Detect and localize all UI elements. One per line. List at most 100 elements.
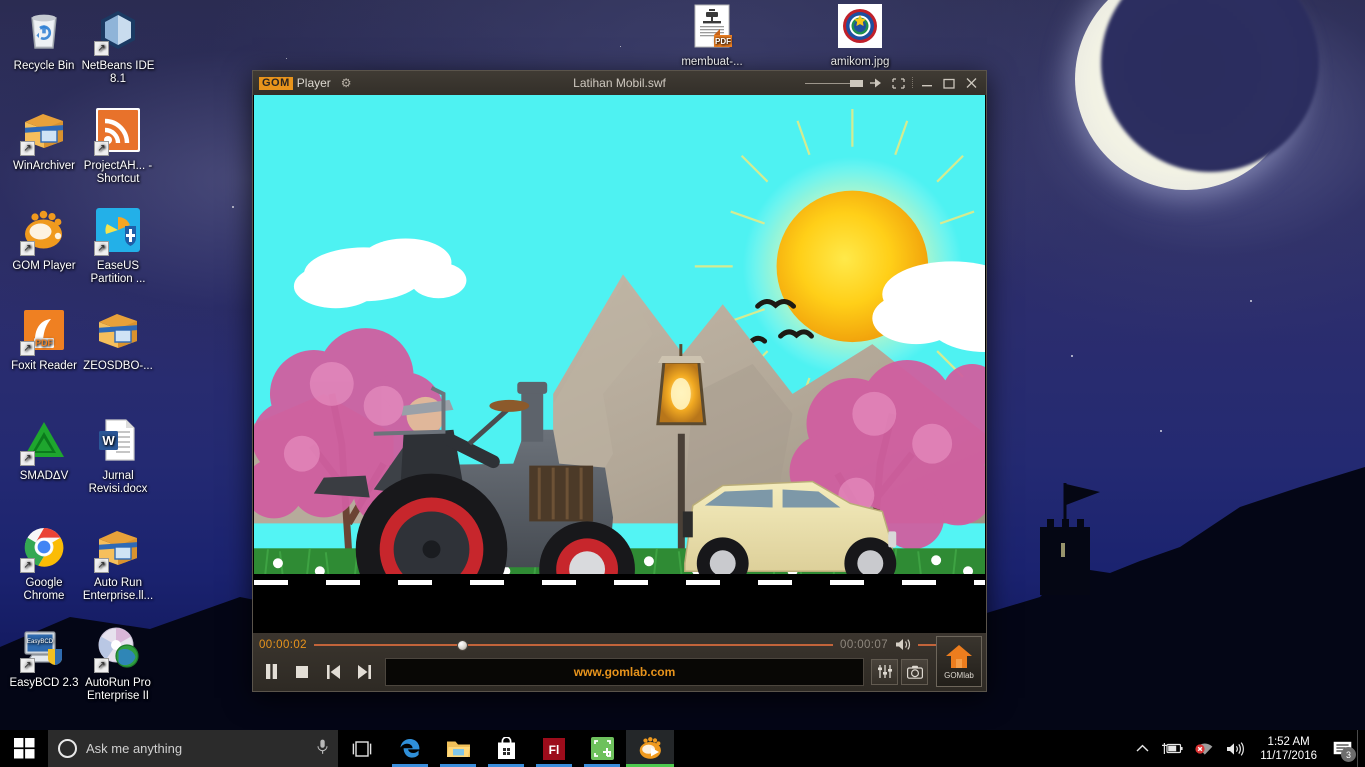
expand-view-icon[interactable] xyxy=(887,73,909,93)
scene-artwork xyxy=(254,108,985,626)
flash-button[interactable]: Fl xyxy=(530,730,578,767)
volume-icon[interactable] xyxy=(895,638,911,653)
shortcut-overlay-icon xyxy=(94,141,109,156)
easeus-partition-icon xyxy=(94,208,142,256)
microphone-icon[interactable] xyxy=(317,739,328,758)
svg-text:PDF: PDF xyxy=(35,338,54,348)
clock-date: 11/17/2016 xyxy=(1260,749,1317,762)
window-controls xyxy=(805,73,986,93)
gomlab-button[interactable]: GOMlab xyxy=(936,636,982,687)
opacity-slider[interactable] xyxy=(805,73,863,93)
desktop-icon-netbeans-ide-8-1[interactable]: NetBeans IDE 8.1 xyxy=(80,8,156,86)
scene-road xyxy=(254,573,985,633)
desktop-icon-easeus-partition[interactable]: EaseUS Partition ... xyxy=(80,208,156,286)
window-titlebar[interactable]: GOM Player ⚙ Latihan Mobil.swf xyxy=(253,71,986,95)
desktop-icon-label: Foxit Reader xyxy=(11,360,77,372)
desktop-icon-label: EasyBCD 2.3 xyxy=(9,677,79,689)
smadav-icon xyxy=(20,418,68,466)
video-display-area[interactable] xyxy=(253,95,986,633)
desktop-icon-label: amikom.jpg xyxy=(830,56,890,68)
desktop-icon-amikom-jpg[interactable]: amikom.jpg xyxy=(822,4,898,69)
battery-charging-icon[interactable] xyxy=(1155,730,1189,767)
home-icon xyxy=(946,644,972,668)
windows-taskbar[interactable]: Ask me anything Fl 1:52 AM 11/17/2016 3 xyxy=(0,730,1365,767)
edge-icon xyxy=(400,738,420,758)
desktop-icon-label: EaseUS Partition ... xyxy=(90,260,146,285)
rss-feed-icon xyxy=(94,108,142,156)
gom-logo: GOM xyxy=(259,76,293,90)
winarchiver-icon xyxy=(94,525,142,573)
stop-button[interactable] xyxy=(288,659,316,685)
desktop-icon-smad-v[interactable]: SMADΔV xyxy=(6,418,82,483)
gom-player-word: Player xyxy=(296,76,331,90)
start-button[interactable] xyxy=(0,730,48,767)
desktop-icon-membuat[interactable]: PDF membuat-... xyxy=(674,4,750,69)
crescent-moon-icon xyxy=(1075,0,1319,190)
desktop-icon-foxit-reader[interactable]: PDF Foxit Reader xyxy=(6,308,82,373)
maximize-button[interactable] xyxy=(938,73,960,93)
file-explorer-button[interactable] xyxy=(434,730,482,767)
always-on-top-icon[interactable] xyxy=(865,73,887,93)
snip-tool-button[interactable] xyxy=(578,730,626,767)
flash-fl-icon: Fl xyxy=(543,737,565,760)
task-view-button[interactable] xyxy=(338,730,386,767)
svg-text:W: W xyxy=(102,433,115,448)
desktop-icon-autorun-pro-enterprise-ii[interactable]: AutoRun Pro Enterprise II xyxy=(80,625,156,703)
volume-icon[interactable] xyxy=(1220,730,1250,767)
shortcut-overlay-icon xyxy=(20,341,35,356)
seek-handle[interactable] xyxy=(457,639,469,651)
desktop-icon-zeosdbo[interactable]: ZEOSDBO-... xyxy=(80,308,156,373)
minimize-button[interactable] xyxy=(916,73,938,93)
close-button[interactable] xyxy=(960,73,982,93)
word-doc-icon: W xyxy=(94,418,142,466)
shortcut-overlay-icon xyxy=(20,141,35,156)
desktop-icon-label: ProjectAH... - Shortcut xyxy=(83,160,153,185)
previous-button[interactable] xyxy=(319,659,347,685)
screenshot-button[interactable] xyxy=(901,658,928,685)
gom-player-window[interactable]: GOM Player ⚙ Latihan Mobil.swf 00:00:02 … xyxy=(252,70,987,692)
show-desktop-button[interactable] xyxy=(1357,730,1363,767)
search-placeholder: Ask me anything xyxy=(86,741,183,756)
clock[interactable]: 1:52 AM 11/17/2016 xyxy=(1250,730,1327,767)
desktop-icon-gom-player[interactable]: GOM Player xyxy=(6,208,82,273)
marquee-text: www.gomlab.com xyxy=(573,664,676,679)
player-control-bar[interactable]: 00:00:02 00:00:07 www.gomlab.com GOMlab xyxy=(253,633,986,691)
pause-button[interactable] xyxy=(257,659,285,685)
desktop-icon-projectah-shortcut[interactable]: ProjectAH... - Shortcut xyxy=(80,108,156,186)
transport-row: www.gomlab.com xyxy=(257,657,982,686)
show-hidden-icons[interactable] xyxy=(1130,730,1155,767)
desktop-icon-auto-run-enterprise-ll[interactable]: Auto Run Enterprise.ll... xyxy=(80,525,156,603)
microsoft-store-button[interactable] xyxy=(482,730,530,767)
store-bag-icon xyxy=(497,737,515,759)
gomlab-marquee[interactable]: www.gomlab.com xyxy=(385,657,864,686)
amikom-logo-icon xyxy=(836,4,884,52)
gear-icon[interactable]: ⚙ xyxy=(341,77,352,89)
equalizer-button[interactable] xyxy=(871,658,898,685)
svg-text:EasyBCD: EasyBCD xyxy=(27,639,54,645)
search-input[interactable]: Ask me anything xyxy=(48,730,338,767)
task-view-icon xyxy=(352,740,372,757)
gom-player-taskbar-button[interactable] xyxy=(626,730,674,767)
desktop-icon-label: SMADΔV xyxy=(19,470,69,482)
seek-slider[interactable] xyxy=(313,638,834,652)
desktop-icon-label: Jurnal Revisi.docx xyxy=(88,470,148,495)
desktop-icon-easybcd-2-3[interactable]: EasyBCD EasyBCD 2.3 xyxy=(6,625,82,690)
desktop-icon-jurnal-revisi-docx[interactable]: W Jurnal Revisi.docx xyxy=(80,418,156,496)
next-button[interactable] xyxy=(350,659,378,685)
shortcut-overlay-icon xyxy=(94,241,109,256)
action-center-button[interactable]: 3 xyxy=(1327,730,1357,767)
desktop-icon-label: Recycle Bin xyxy=(13,60,75,72)
desktop-icon-recycle-bin[interactable]: Recycle Bin xyxy=(6,8,82,73)
desktop-icon-label: GOM Player xyxy=(12,260,76,272)
desktop-icon-label: WinArchiver xyxy=(13,160,75,172)
microsoft-edge-button[interactable] xyxy=(386,730,434,767)
shortcut-overlay-icon xyxy=(94,558,109,573)
total-time-label: 00:00:07 xyxy=(840,639,888,652)
desktop-icon-google-chrome[interactable]: Google Chrome xyxy=(6,525,82,603)
desktop-icon-winarchiver[interactable]: WinArchiver xyxy=(6,108,82,173)
winarchiver-icon xyxy=(94,308,142,356)
current-time-label: 00:00:02 xyxy=(259,639,307,652)
gom-brand: GOM Player ⚙ xyxy=(253,76,352,90)
network-disconnected-icon[interactable] xyxy=(1189,730,1220,767)
gomlab-label: GOMlab xyxy=(944,670,974,680)
